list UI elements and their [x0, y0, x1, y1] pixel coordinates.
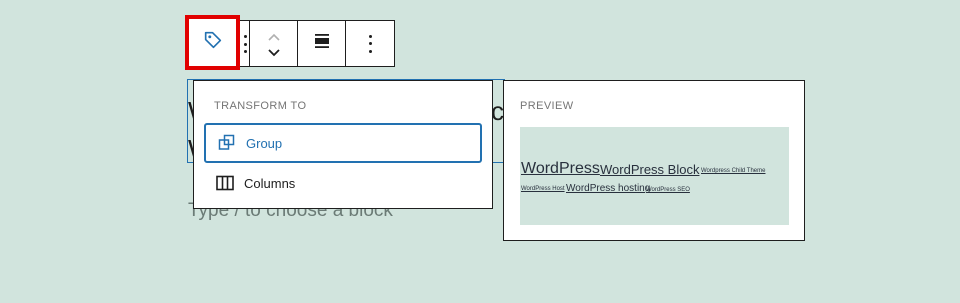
chevron-down-icon[interactable]: [267, 45, 281, 63]
transform-item-label: Group: [246, 135, 283, 151]
tag-cloud-item: WordPress SEO: [646, 187, 690, 193]
block-switcher-segment: [185, 15, 250, 70]
transform-item-label: Columns: [244, 175, 296, 191]
transform-item-columns[interactable]: Columns: [204, 163, 482, 203]
tag-cloud-item: WordPress Host: [521, 186, 565, 192]
align-center-icon: [313, 32, 331, 55]
tag-cloud-item: Wordpress Child Theme: [701, 168, 766, 174]
transform-item-group[interactable]: Group: [204, 123, 482, 163]
tag-cloud-item: WordPress: [521, 160, 600, 177]
drag-handle-icon[interactable]: [242, 35, 248, 53]
block-switcher-button[interactable]: [185, 15, 240, 70]
tag-cloud-item: WordPress Block: [600, 162, 700, 177]
tag-icon: [202, 29, 224, 56]
block-toolbar: [185, 15, 395, 70]
block-options-button[interactable]: [346, 21, 394, 66]
block-mover: [250, 21, 298, 66]
tag-cloud-item: WordPress hosting: [566, 183, 651, 194]
preview-heading: PREVIEW: [520, 100, 574, 112]
align-button[interactable]: [298, 21, 346, 66]
group-icon: [218, 134, 236, 152]
transform-heading: TRANSFORM TO: [214, 100, 307, 112]
transform-dropdown: TRANSFORM TO Group Columns: [193, 80, 493, 209]
columns-icon: [216, 174, 234, 192]
transform-preview: PREVIEW WordPress WordPress Block Wordpr…: [503, 80, 805, 241]
preview-canvas: WordPress WordPress Block Wordpress Chil…: [520, 127, 789, 225]
more-vertical-icon: [368, 34, 372, 53]
